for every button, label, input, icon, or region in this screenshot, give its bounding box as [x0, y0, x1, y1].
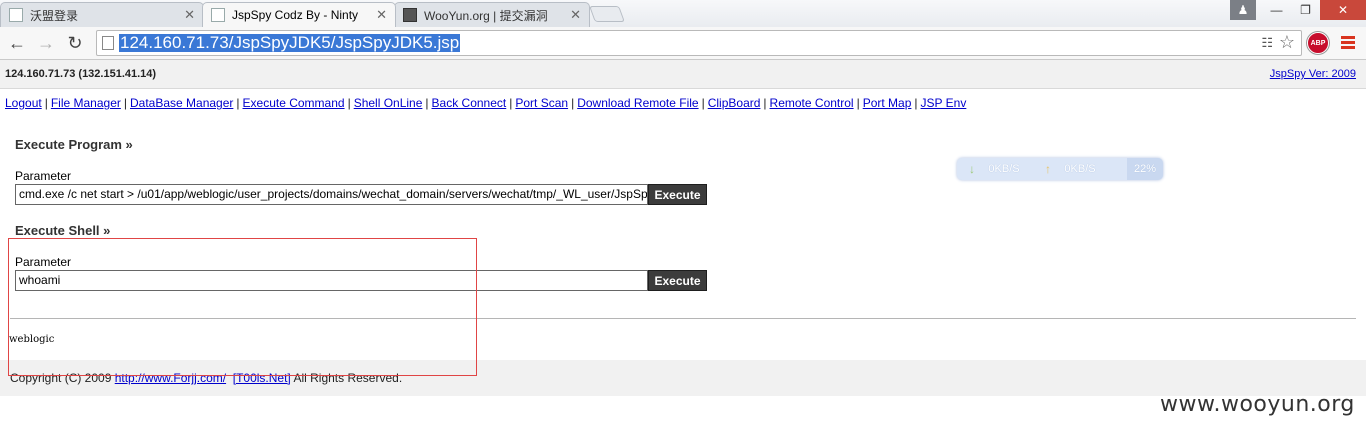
highlight-annotation-box [8, 238, 477, 376]
nav-separator: | [701, 96, 705, 110]
tab-strip: 沃盟登录 ✕ JspSpy Codz By - Ninty ✕ WooYun.o… [0, 0, 1366, 27]
tab-label: 沃盟登录 [30, 8, 79, 23]
nav-separator: | [44, 96, 48, 110]
nav-execute-command[interactable]: Execute Command [243, 96, 345, 110]
execute-program-button[interactable]: Execute [648, 184, 707, 205]
nav-port-map[interactable]: Port Map [863, 96, 912, 110]
download-arrow-icon: ↓ [969, 162, 975, 176]
page-header: 124.160.71.73 (132.151.41.14) JspSpy Ver… [0, 60, 1366, 89]
execute-shell-title: Execute Shell » [15, 223, 111, 238]
network-speed-widget: ↓ 0KB/S ↑ 0KB/S 22% [957, 158, 1163, 180]
page-favicon-icon [211, 8, 225, 22]
nav-separator: | [763, 96, 767, 110]
adblock-plus-icon[interactable]: ABP [1307, 32, 1329, 54]
tab-jspspy[interactable]: JspSpy Codz By - Ninty ✕ [202, 2, 396, 27]
nav-back-connect[interactable]: Back Connect [432, 96, 507, 110]
nav-remote-control[interactable]: Remote Control [770, 96, 854, 110]
page-icon [102, 36, 114, 50]
nav-jsp-env[interactable]: JSP Env [921, 96, 967, 110]
tab-wooyun[interactable]: WooYun.org | 提交漏洞 ✕ [394, 2, 590, 27]
tab-label: WooYun.org | 提交漏洞 [424, 8, 548, 23]
user-profile-icon[interactable]: ♟ [1230, 0, 1256, 20]
wooyun-favicon-icon [403, 8, 417, 22]
download-speed: 0KB/S [988, 163, 1020, 175]
nav-file-manager[interactable]: File Manager [51, 96, 121, 110]
execute-program-title: Execute Program » [15, 137, 133, 152]
new-tab-button[interactable] [589, 6, 625, 22]
maximize-button[interactable]: ❐ [1291, 0, 1320, 20]
nav-separator: | [509, 96, 513, 110]
nav-separator: | [571, 96, 575, 110]
program-parameter-label: Parameter [15, 169, 72, 183]
nav-separator: | [425, 96, 429, 110]
upload-speed: 0KB/S [1064, 163, 1096, 175]
nav-download-remote-file[interactable]: Download Remote File [577, 96, 698, 110]
tab-label: JspSpy Codz By - Ninty [232, 8, 359, 22]
execute-shell-button[interactable]: Execute [648, 270, 707, 291]
server-host: 124.160.71.73 (132.151.41.14) [5, 68, 157, 80]
browser-toolbar: ← → ↻ 124.160.71.73/JspSpyJDK5/JspSpyJDK… [0, 27, 1366, 60]
close-tab-icon[interactable]: ✕ [376, 7, 387, 23]
nav-separator: | [856, 96, 860, 110]
reload-icon[interactable]: ↻ [64, 32, 86, 54]
forward-arrow-icon[interactable]: → [35, 32, 57, 54]
page-favicon-icon [9, 8, 23, 22]
nav-separator: | [347, 96, 351, 110]
nav-separator: | [123, 96, 127, 110]
nav-port-scan[interactable]: Port Scan [515, 96, 568, 110]
translate-icon[interactable]: ☷ [1261, 35, 1273, 51]
program-parameter-input[interactable]: cmd.exe /c net start > /u01/app/weblogic… [15, 184, 648, 205]
nav-shell-online[interactable]: Shell OnLine [354, 96, 423, 110]
address-bar[interactable]: 124.160.71.73/JspSpyJDK5/JspSpyJDK5.jsp … [96, 30, 1302, 56]
version-link[interactable]: JspSpy Ver: 2009 [1270, 68, 1356, 80]
url-text[interactable]: 124.160.71.73/JspSpyJDK5/JspSpyJDK5.jsp [119, 34, 461, 52]
back-arrow-icon[interactable]: ← [6, 32, 28, 54]
nav-clipboard[interactable]: ClipBoard [708, 96, 761, 110]
bookmark-star-icon[interactable]: ☆ [1279, 32, 1295, 53]
minimize-button[interactable]: — [1262, 0, 1291, 20]
nav-database-manager[interactable]: DataBase Manager [130, 96, 233, 110]
usage-percent: 22% [1127, 158, 1163, 180]
tab-wemeng-login[interactable]: 沃盟登录 ✕ [0, 2, 204, 27]
main-nav: Logout | File Manager | DataBase Manager | Exe… [5, 96, 966, 110]
close-window-button[interactable]: ✕ [1320, 0, 1366, 20]
close-tab-icon[interactable]: ✕ [570, 7, 581, 23]
wooyun-watermark: www.wooyun.org [1160, 392, 1355, 417]
chrome-menu-icon[interactable] [1341, 36, 1355, 50]
nav-separator: | [914, 96, 918, 110]
close-tab-icon[interactable]: ✕ [184, 7, 195, 23]
nav-separator: | [236, 96, 240, 110]
window-controls: ♟ — ❐ ✕ [1230, 0, 1366, 20]
nav-logout[interactable]: Logout [5, 96, 42, 110]
upload-arrow-icon: ↑ [1045, 162, 1051, 176]
